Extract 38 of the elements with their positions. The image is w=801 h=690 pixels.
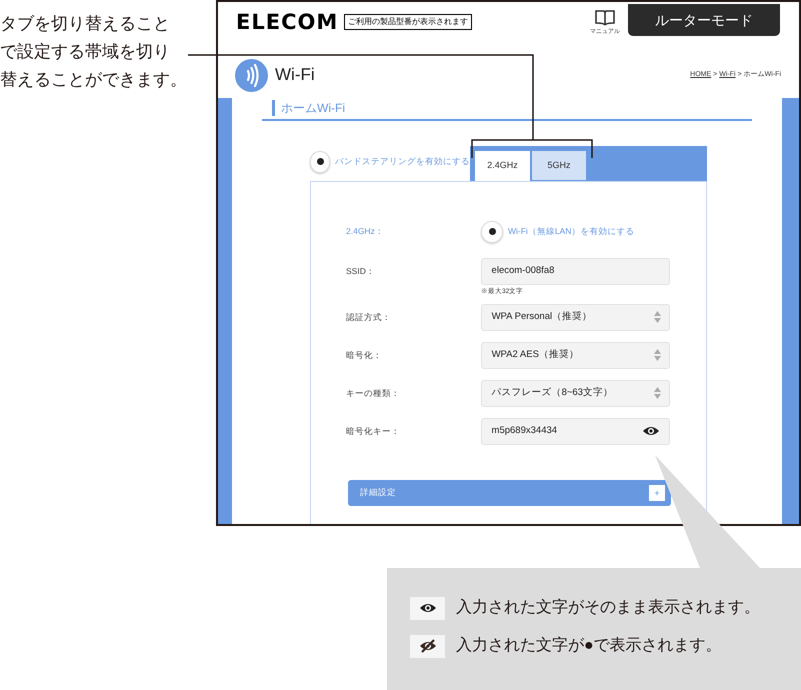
tab[interactable]: 2.4GHz: [475, 151, 530, 181]
legend-text: 入力された文字が●で表示されます。: [456, 636, 722, 656]
field-label: 2.4GHz：: [346, 225, 385, 238]
field-value: WPA2 AES（推奨）: [492, 348, 580, 362]
text-field[interactable]: m5p689x34434: [480, 418, 670, 445]
field-label: SSID：: [346, 265, 376, 278]
up-down-arrows-icon: [654, 387, 661, 400]
page-title: Wi-Fi: [275, 64, 315, 86]
field-value: elecom-008fa8: [492, 264, 556, 278]
section-title: ホームWi-Fi: [281, 100, 345, 117]
field-value: WPA Personal（推奨）: [492, 310, 594, 324]
tab[interactable]: 5GHz: [532, 151, 586, 180]
eye-icon[interactable]: [643, 426, 659, 436]
field-label: キーの種類：: [346, 386, 401, 400]
eye-slash-icon: [418, 639, 436, 653]
select-field[interactable]: WPA2 AES（推奨）: [480, 342, 670, 369]
mode-button[interactable]: ルーターモード: [628, 4, 780, 36]
select-field[interactable]: WPA Personal（推奨）: [480, 304, 670, 331]
field-label: 認証方式：: [346, 310, 392, 324]
option-label: バンドステアリングを有効にする: [335, 155, 470, 168]
bar-label: 詳細設定: [360, 486, 397, 500]
up-down-arrows-icon: [654, 311, 661, 324]
wifi-signal-icon: [235, 58, 268, 92]
select-field[interactable]: パスフレーズ（8~63文字）: [480, 380, 670, 407]
logo: ELECOM: [236, 11, 338, 33]
field-label: 暗号化キー：: [346, 424, 401, 438]
legend-text: 入力された文字がそのまま表示されます。: [456, 598, 760, 618]
option-label: Wi-Fi（無線LAN）を有効にする: [508, 225, 634, 238]
book-icon[interactable]: [595, 9, 615, 26]
field-label: 暗号化：: [346, 348, 383, 362]
field-value: m5p689x34434: [492, 424, 558, 438]
radio-button[interactable]: [310, 150, 330, 172]
radio-button[interactable]: [481, 220, 503, 242]
up-down-arrows-icon: [654, 349, 661, 362]
text-field[interactable]: elecom-008fa8: [480, 258, 670, 285]
eye-icon: [420, 603, 436, 613]
model-badge: ご利用の製品型番が表示されます: [344, 14, 472, 30]
field-value: パスフレーズ（8~63文字）: [492, 386, 614, 400]
